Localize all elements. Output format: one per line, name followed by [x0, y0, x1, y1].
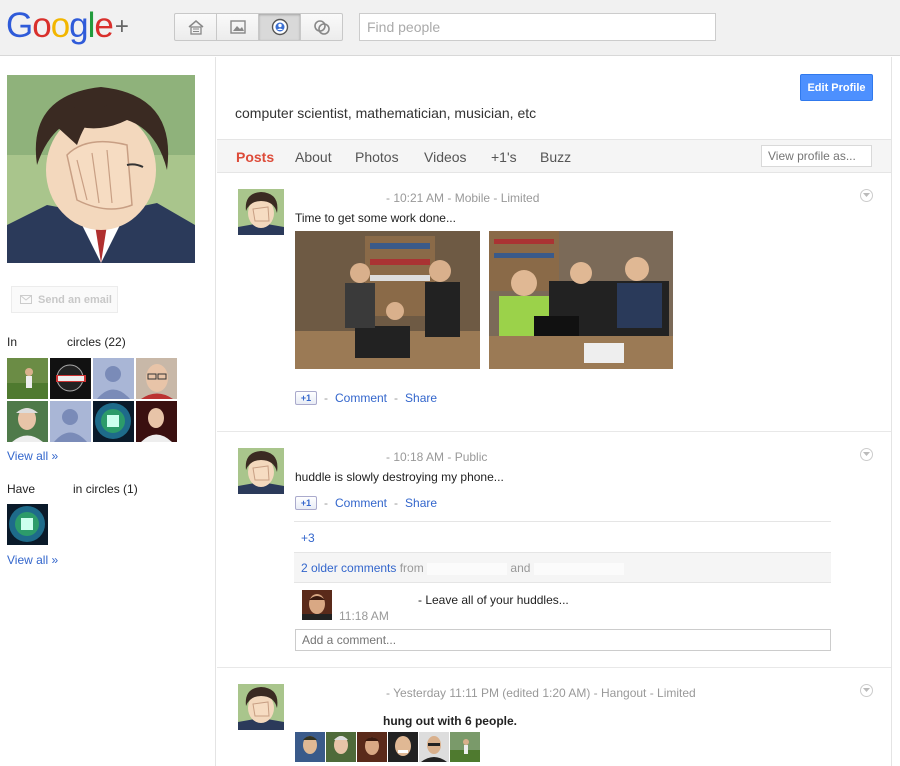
profile-sidebar: Send an email In circles (22) View all » …: [0, 57, 216, 766]
redacted-name: [533, 562, 624, 575]
post: - 10:21 AM - Mobile - Limited Time to ge…: [217, 173, 891, 432]
chevron-down-icon: [863, 452, 870, 456]
content-right-border: [891, 57, 892, 766]
post-text: Time to get some work done...: [295, 211, 456, 225]
view-profile-as-input[interactable]: [761, 145, 872, 167]
redacted-name: [427, 562, 508, 575]
circle-member-avatar[interactable]: [7, 401, 48, 442]
post-author-avatar[interactable]: [238, 448, 284, 494]
have-in-circles-heading: Have in circles (1): [7, 482, 138, 496]
google-plus-logo[interactable]: Google+: [6, 6, 129, 48]
older-comments-row: 2 older comments from and: [294, 552, 831, 583]
circle-member-avatar[interactable]: [93, 358, 134, 399]
tab-plus-ones[interactable]: +1's: [491, 149, 517, 165]
post: - Yesterday 11:11 PM (edited 1:20 AM) - …: [217, 668, 891, 766]
post-text: hung out with 6 people.: [383, 714, 517, 728]
circle-member-avatar[interactable]: [93, 401, 134, 442]
post-actions: +1 - Comment - Share: [295, 391, 437, 405]
post-photo[interactable]: [295, 231, 480, 369]
chevron-down-icon: [863, 688, 870, 692]
in-circles-heading: In circles (22): [7, 335, 126, 349]
photos-icon: [229, 20, 246, 34]
post-menu-button[interactable]: [860, 448, 873, 461]
participant-avatar[interactable]: [419, 732, 449, 762]
participant-avatar[interactable]: [326, 732, 356, 762]
post-actions: +1 - Comment - Share: [295, 496, 437, 510]
plus-count[interactable]: +3: [301, 531, 315, 545]
post-menu-button[interactable]: [860, 189, 873, 202]
post-text: huddle is slowly destroying my phone...: [295, 470, 504, 484]
circles-icon: [313, 20, 330, 35]
tab-buzz[interactable]: Buzz: [540, 149, 571, 165]
profile-main: Edit Profile computer scientist, mathema…: [217, 57, 891, 766]
circle-member-avatar[interactable]: [7, 358, 48, 399]
hangout-participants: [295, 732, 480, 762]
home-button[interactable]: [174, 13, 217, 41]
profile-photo[interactable]: [7, 75, 195, 263]
envelope-icon: [20, 295, 32, 304]
comment-time: 11:18 AM: [339, 609, 389, 623]
circle-member-avatar[interactable]: [136, 358, 177, 399]
circle-member-avatar[interactable]: [50, 401, 91, 442]
circles-button[interactable]: [300, 13, 343, 41]
chevron-down-icon: [863, 193, 870, 197]
stream-nav: [174, 13, 343, 41]
tab-posts[interactable]: Posts: [236, 149, 274, 165]
profile-tabs: Posts About Photos Videos +1's Buzz: [217, 139, 891, 173]
post-meta: - Yesterday 11:11 PM (edited 1:20 AM) - …: [386, 686, 696, 700]
profile-button[interactable]: [258, 13, 301, 41]
edit-profile-button[interactable]: Edit Profile: [800, 74, 873, 101]
post-author-avatar[interactable]: [238, 684, 284, 730]
photos-button[interactable]: [216, 13, 259, 41]
share-link[interactable]: Share: [405, 391, 437, 405]
older-comments-link[interactable]: 2 older comments: [301, 561, 396, 575]
top-bar: Google+: [0, 0, 900, 56]
participant-avatar[interactable]: [295, 732, 325, 762]
comment: - Leave all of your huddles... 11:18 AM: [294, 584, 831, 624]
circle-member-avatar[interactable]: [50, 358, 91, 399]
circle-member-avatar[interactable]: [136, 401, 177, 442]
find-people-input[interactable]: [359, 13, 716, 41]
participant-avatar[interactable]: [450, 732, 480, 762]
post-photo[interactable]: [489, 231, 673, 369]
profile-tagline: computer scientist, mathematician, music…: [235, 105, 537, 121]
have-in-circles-grid: [7, 504, 177, 545]
participant-avatar[interactable]: [357, 732, 387, 762]
post: - 10:18 AM - Public huddle is slowly des…: [217, 432, 891, 668]
circle-member-avatar[interactable]: [7, 504, 48, 545]
send-email-button[interactable]: Send an email: [11, 286, 118, 313]
add-comment-input[interactable]: [295, 629, 831, 651]
comment-link[interactable]: Comment: [335, 391, 387, 405]
comment-text: - Leave all of your huddles...: [418, 593, 569, 607]
post-meta: - 10:18 AM - Public: [386, 450, 488, 464]
in-circles-grid: [7, 358, 177, 442]
send-email-label: Send an email: [38, 293, 112, 306]
post-meta: - 10:21 AM - Mobile - Limited: [386, 191, 540, 205]
view-all-in-circles-link[interactable]: View all »: [7, 449, 58, 463]
plus-one-button[interactable]: +1: [295, 496, 317, 510]
post-author-avatar[interactable]: [238, 189, 284, 235]
post-menu-button[interactable]: [860, 684, 873, 697]
plus-count-row: +3: [294, 521, 831, 552]
tab-about[interactable]: About: [295, 149, 332, 165]
share-link[interactable]: Share: [405, 496, 437, 510]
view-all-have-link[interactable]: View all »: [7, 553, 58, 567]
profile-icon: [271, 18, 288, 36]
tab-photos[interactable]: Photos: [355, 149, 399, 165]
tab-videos[interactable]: Videos: [424, 149, 467, 165]
commenter-avatar[interactable]: [302, 590, 332, 620]
participant-avatar[interactable]: [388, 732, 418, 762]
comment-link[interactable]: Comment: [335, 496, 387, 510]
home-icon: [188, 20, 203, 35]
plus-one-button[interactable]: +1: [295, 391, 317, 405]
